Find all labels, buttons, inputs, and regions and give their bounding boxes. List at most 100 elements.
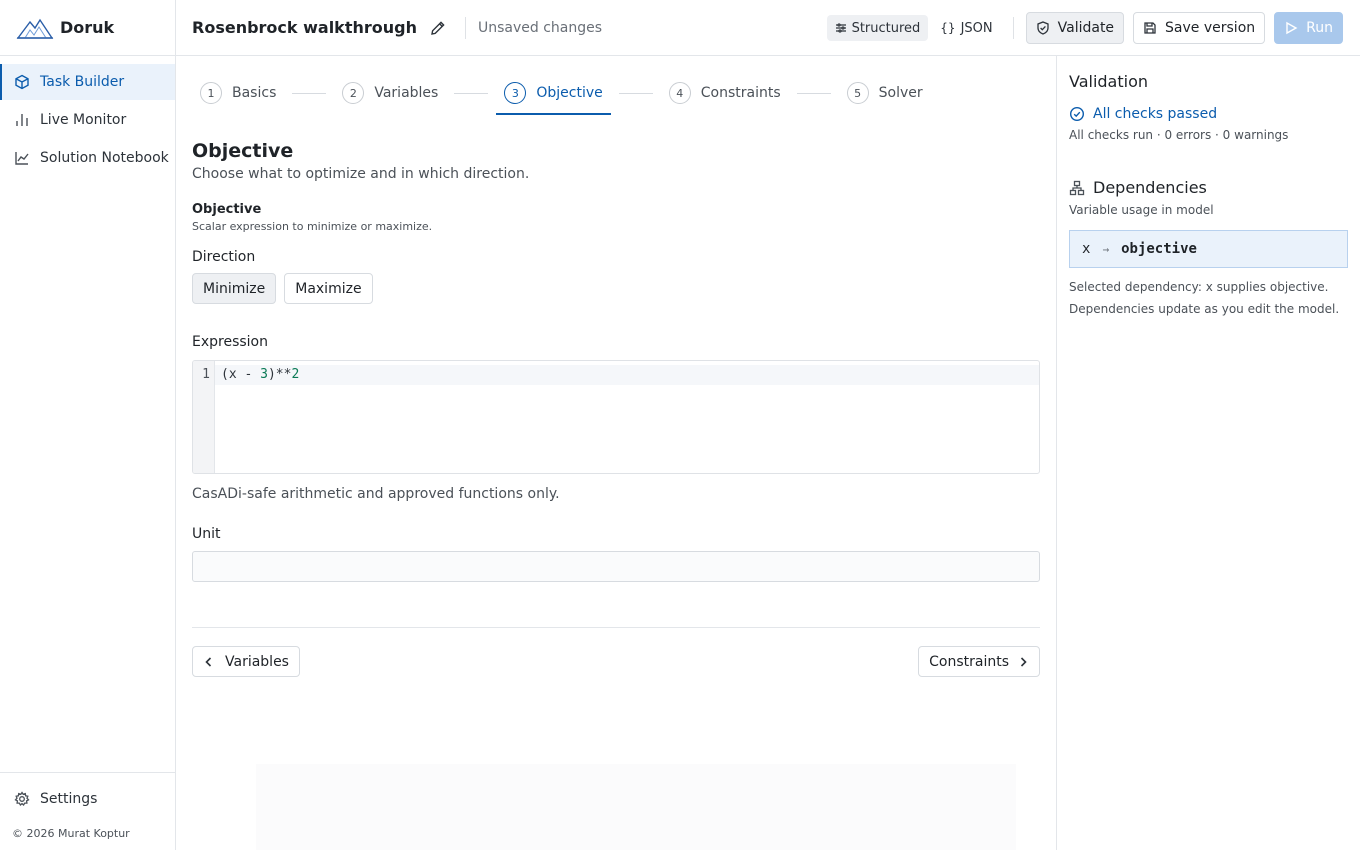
step-connector [292, 93, 327, 94]
step-variables[interactable]: 2 Variables [342, 82, 438, 104]
step-connector [796, 93, 831, 94]
step-label: Constraints [700, 85, 781, 101]
validation-status[interactable]: All checks passed [1069, 106, 1360, 122]
direction-options: Minimize Maximize [192, 273, 1040, 304]
previous-step-button[interactable]: Variables [192, 646, 300, 677]
validate-button[interactable]: Validate [1025, 12, 1125, 44]
sliders-icon [835, 22, 847, 34]
expression-label: Expression [192, 334, 268, 350]
run-button[interactable]: Run [1274, 12, 1343, 44]
document-title: Rosenbrock walkthrough [192, 18, 417, 37]
copyright: © 2026 Murat Koptur [12, 827, 130, 840]
app-name: Doruk [60, 18, 115, 37]
save-status: Unsaved changes [477, 19, 603, 36]
step-label: Basics [232, 85, 277, 101]
previous-step-label: Variables [225, 653, 289, 670]
sidebar-footer: Settings © 2026 Murat Koptur [0, 772, 175, 850]
step-label: Objective [536, 85, 603, 101]
next-step-button[interactable]: Constraints [918, 646, 1040, 677]
active-line-highlight [215, 365, 1039, 385]
expression-code: (x - 3)**2 [221, 367, 299, 382]
sidebar-item-live-monitor[interactable]: Live Monitor [0, 102, 175, 138]
page-subtitle: Choose what to optimize and in which dir… [192, 166, 530, 182]
brand[interactable]: Doruk [0, 0, 175, 56]
arrow-right-icon: → [1102, 242, 1110, 256]
dependencies-subtitle: Variable usage in model [1069, 203, 1214, 217]
view-mode-toggle: Structured {} JSON [826, 15, 1001, 41]
inspector-panel: Validation All checks passed All checks … [1056, 56, 1360, 850]
step-number: 2 [342, 82, 365, 104]
step-connector [618, 93, 653, 94]
line-number: 1 [202, 367, 210, 382]
pencil-icon[interactable] [429, 19, 447, 37]
doruk-logo-icon [16, 18, 54, 39]
sidebar-item-solution-notebook[interactable]: Solution Notebook [0, 140, 175, 176]
step-basics[interactable]: 1 Basics [200, 82, 276, 104]
form-divider [192, 627, 1040, 628]
step-connector [454, 93, 489, 94]
unit-input[interactable] [192, 551, 1040, 582]
chevron-left-icon [203, 656, 215, 668]
expression-hint: CasADi-safe arithmetic and approved func… [192, 486, 560, 502]
check-circle-icon [1069, 106, 1085, 122]
mode-json-label: JSON [960, 20, 993, 36]
step-number: 3 [504, 82, 527, 104]
save-icon [1143, 21, 1157, 35]
minimize-button[interactable]: Minimize [192, 273, 277, 304]
expression-editor[interactable]: 1 (x - 3)**2 [192, 360, 1040, 474]
validation-status-label: All checks passed [1093, 106, 1218, 122]
shield-check-icon [1036, 21, 1050, 35]
mode-json[interactable]: {} JSON [932, 15, 1000, 41]
step-label: Solver [878, 85, 923, 101]
save-version-button[interactable]: Save version [1133, 12, 1266, 44]
header-divider [1012, 17, 1014, 39]
cube-icon [14, 74, 30, 90]
editor-gutter: 1 [193, 361, 215, 473]
sidebar-item-task-builder[interactable]: Task Builder [0, 64, 175, 100]
objective-form: Objective Choose what to optimize and in… [192, 140, 1040, 677]
code-number: 3 [260, 367, 268, 382]
step-number: 5 [846, 82, 869, 104]
sidebar-item-settings[interactable]: Settings [0, 787, 175, 811]
dependency-source: x [1082, 241, 1091, 257]
step-constraints[interactable]: 4 Constraints [668, 82, 781, 104]
sidebar-item-label: Task Builder [40, 74, 125, 90]
validation-summary: All checks run · 0 errors · 0 warnings [1069, 128, 1289, 142]
step-number: 1 [200, 82, 222, 104]
header-divider [464, 16, 466, 39]
braces-icon: {} [940, 21, 956, 35]
step-navigation: Variables Constraints [192, 646, 1040, 677]
run-label: Run [1306, 20, 1333, 36]
sidebar: Doruk Task Builder Live Monitor Solution… [0, 0, 176, 850]
save-version-label: Save version [1165, 20, 1256, 36]
play-icon [1284, 21, 1298, 35]
validation-title: Validation [1069, 72, 1149, 91]
line-chart-icon [14, 150, 30, 166]
chevron-right-icon [1017, 656, 1029, 668]
mode-structured[interactable]: Structured [826, 15, 929, 41]
section-subtitle: Scalar expression to minimize or maximiz… [192, 220, 433, 233]
sidebar-item-label: Live Monitor [40, 112, 127, 128]
settings-label: Settings [40, 791, 98, 807]
validate-label: Validate [1057, 20, 1115, 36]
sidebar-nav: Task Builder Live Monitor Solution Noteb… [0, 56, 175, 176]
maximize-button[interactable]: Maximize [284, 273, 373, 304]
code-token: (x - [221, 367, 261, 382]
unit-label: Unit [192, 526, 221, 542]
step-number: 4 [668, 82, 691, 104]
selected-dependency-note: Selected dependency: x supplies objectiv… [1069, 280, 1329, 294]
step-solver[interactable]: 5 Solver [846, 82, 923, 104]
code-number: 2 [291, 367, 300, 382]
dependency-target: objective [1121, 241, 1197, 257]
dependencies-title: Dependencies [1069, 178, 1360, 197]
step-label: Variables [374, 85, 439, 101]
direction-label: Direction [192, 249, 256, 265]
dependencies-title-label: Dependencies [1093, 178, 1207, 197]
main-content: 1 Basics 2 Variables 3 Objective 4 Const… [176, 56, 1056, 850]
code-token: )** [267, 367, 292, 382]
stepper: 1 Basics 2 Variables 3 Objective 4 Const… [200, 82, 923, 115]
dependency-row[interactable]: x → objective [1069, 230, 1348, 268]
section-title: Objective [192, 202, 262, 217]
step-objective[interactable]: 3 Objective [496, 82, 612, 115]
empty-panel-placeholder [256, 764, 1016, 850]
